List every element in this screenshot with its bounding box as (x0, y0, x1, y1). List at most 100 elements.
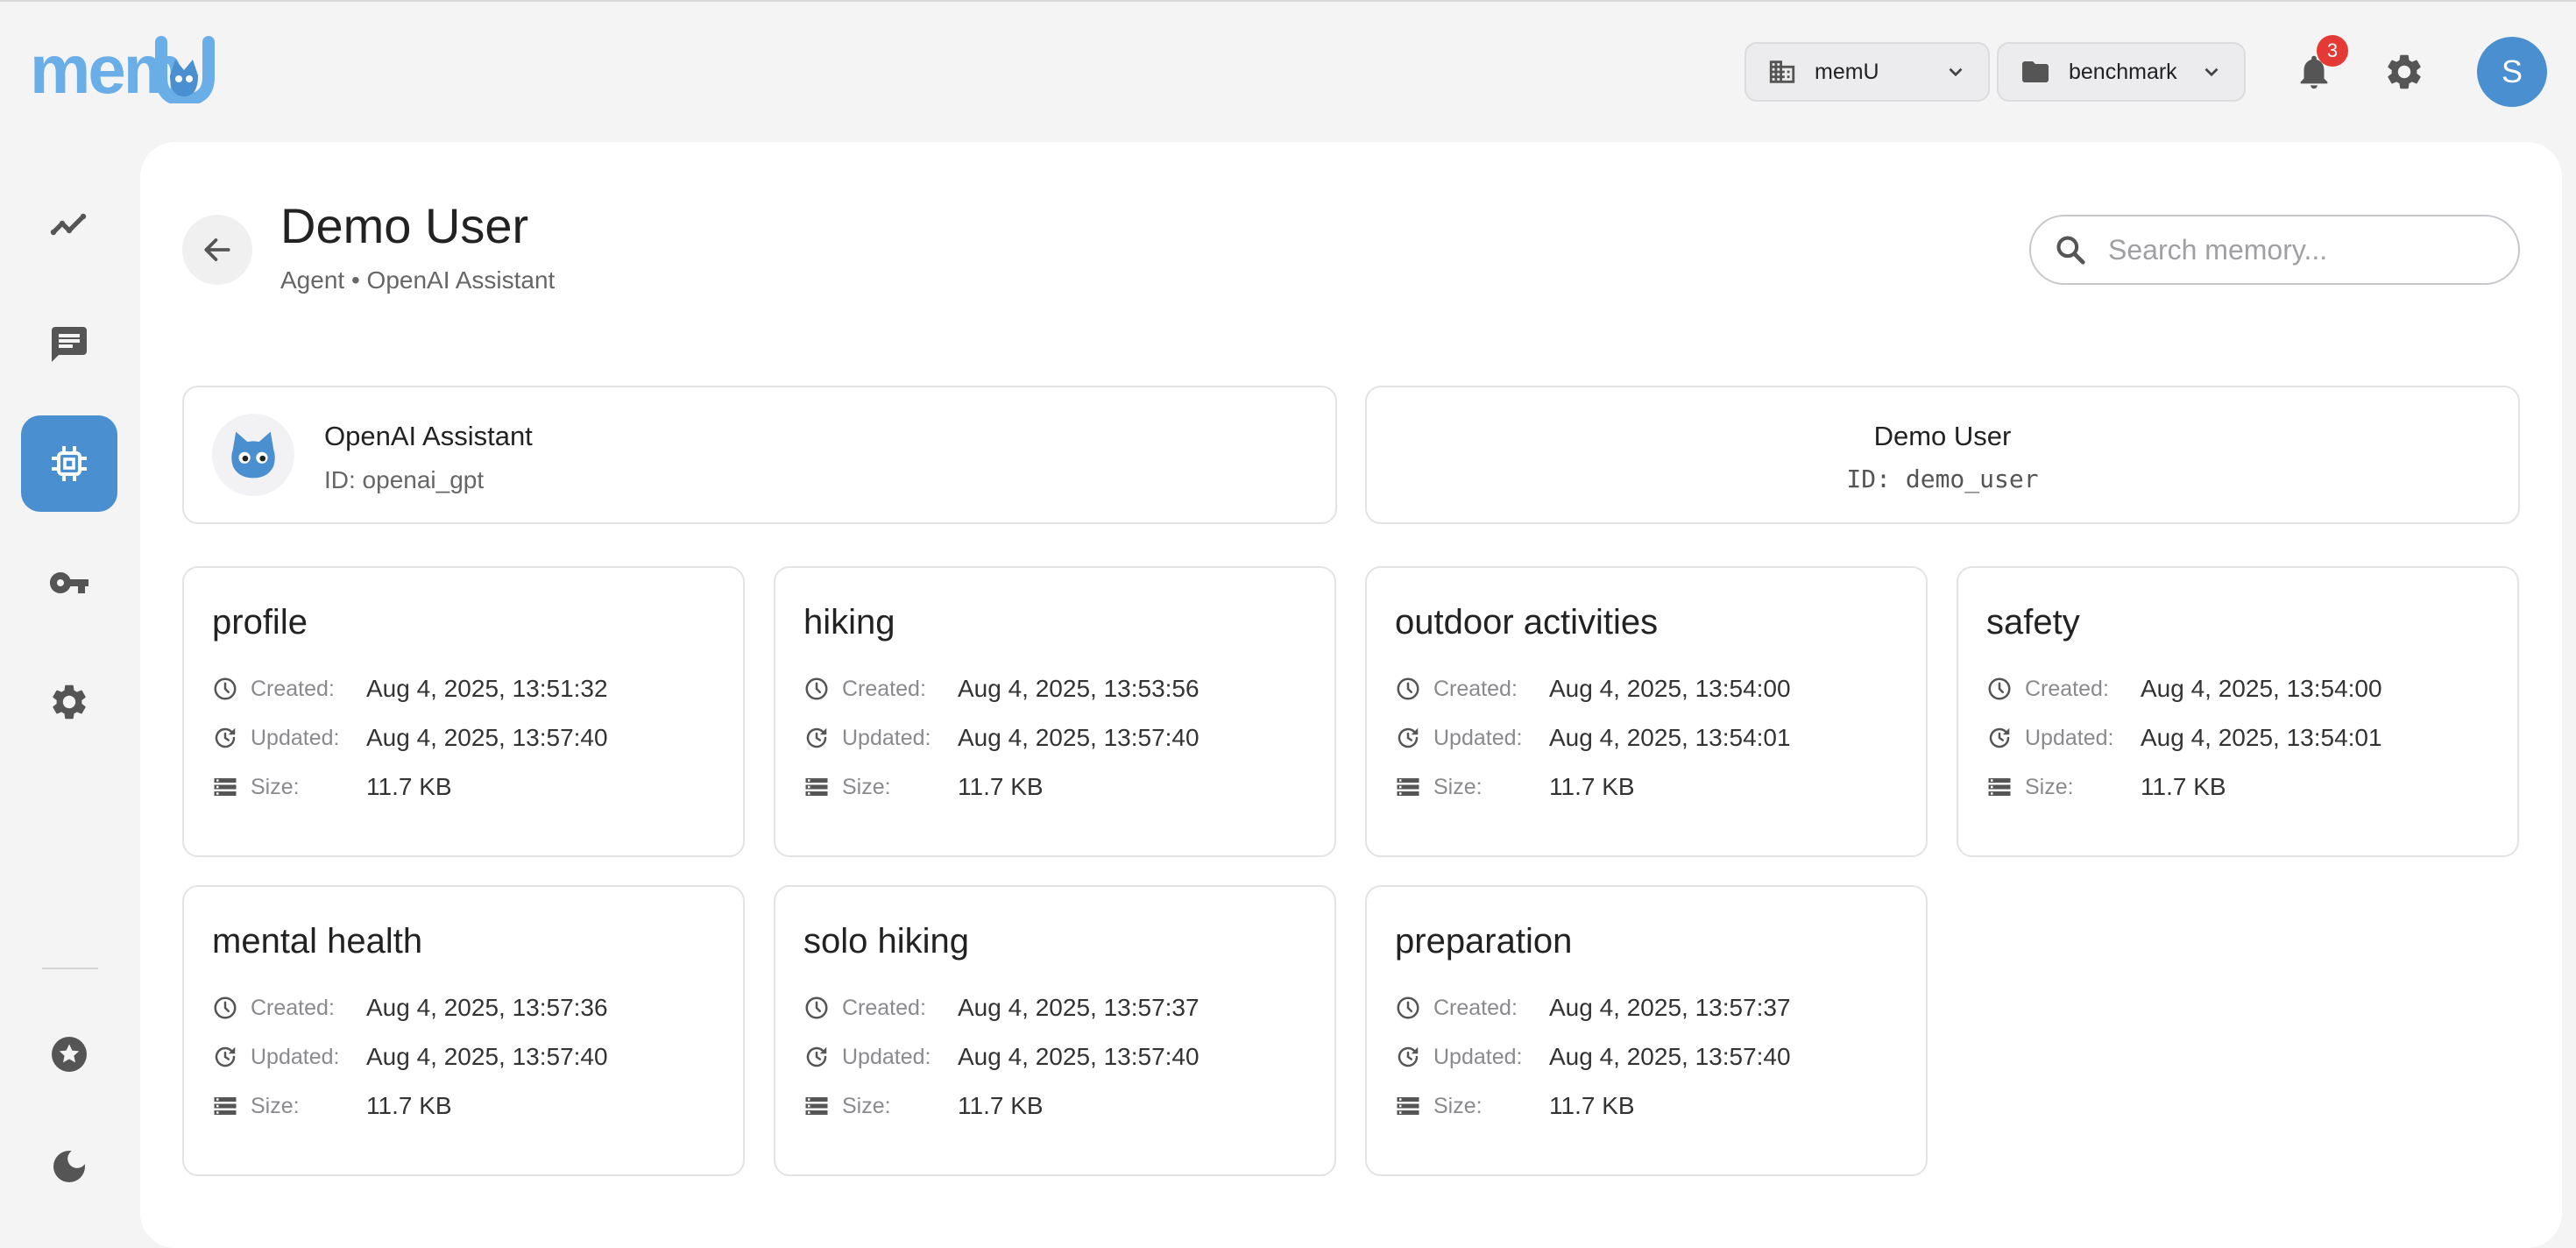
memory-size-row: Size: 11.7 KB (212, 1088, 452, 1124)
memory-updated-row: Updated: Aug 4, 2025, 13:57:40 (803, 720, 1200, 755)
memory-card-title: mental health (212, 922, 423, 961)
arrow-left-icon (204, 238, 230, 261)
clock-icon (805, 996, 828, 1019)
memory-created-value: Aug 4, 2025, 13:51:32 (366, 675, 608, 702)
chip-icon (52, 446, 87, 481)
sidebar-item-theme[interactable] (21, 1118, 117, 1215)
memory-card-title: solo hiking (803, 922, 970, 961)
memory-size-label: Size: (2025, 774, 2074, 799)
memory-size-label: Size: (1433, 774, 1483, 799)
memory-created-label: Created: (251, 995, 335, 1020)
memory-card[interactable]: preparation Created: Aug 4, 2025, 13:57:37… (1365, 885, 1928, 1176)
memory-created-row: Created: Aug 4, 2025, 13:54:00 (1395, 671, 1791, 706)
search-input[interactable] (2106, 232, 2495, 267)
memory-created-row: Created: Aug 4, 2025, 13:57:37 (803, 990, 1200, 1025)
sidebar-item-favorites[interactable] (21, 1006, 117, 1103)
memory-created-value: Aug 4, 2025, 13:57:37 (958, 994, 1200, 1021)
memory-created-row: Created: Aug 4, 2025, 13:54:00 (1986, 671, 2382, 706)
memory-card[interactable]: safety Created: Aug 4, 2025, 13:54:00 Updat… (1957, 566, 2519, 857)
storage-icon (1988, 778, 2011, 796)
project-selector[interactable]: benchmark (1997, 42, 2246, 102)
search-icon (2056, 236, 2085, 265)
storage-icon (805, 1097, 828, 1115)
memu-logo[interactable]: mem (30, 33, 231, 103)
memory-updated-value: Aug 4, 2025, 13:57:40 (958, 1043, 1200, 1070)
agent-name: OpenAI Assistant (324, 421, 533, 451)
memory-updated-label: Updated: (251, 1044, 340, 1069)
memory-size-row: Size: 11.7 KB (212, 769, 452, 805)
memory-card[interactable]: outdoor activities Created: Aug 4, 2025, 1… (1365, 566, 1928, 857)
notification-badge: 3 (2317, 35, 2348, 67)
agent-id: ID: openai_gpt (324, 466, 485, 493)
memory-size-label: Size: (251, 1093, 300, 1118)
sidebar-item-conversations[interactable] (21, 296, 117, 393)
memory-created-label: Created: (251, 676, 335, 701)
clock-icon (805, 677, 828, 700)
building-icon (1769, 60, 1795, 83)
memory-created-row: Created: Aug 4, 2025, 13:51:32 (212, 671, 608, 706)
sidebar-item-api-keys[interactable] (21, 535, 117, 631)
chevron-down-icon (2204, 67, 2219, 77)
memory-size-value: 11.7 KB (2141, 773, 2226, 800)
memory-size-row: Size: 11.7 KB (803, 1088, 1044, 1124)
org-selector-label: memU (1815, 59, 1879, 84)
memory-created-label: Created: (1433, 676, 1518, 701)
sidebar-item-memory[interactable] (21, 415, 117, 512)
org-selector[interactable]: memU (1744, 42, 1990, 102)
memory-created-value: Aug 4, 2025, 13:57:37 (1549, 994, 1791, 1021)
memory-size-label: Size: (1433, 1093, 1483, 1118)
memory-size-value: 11.7 KB (1549, 773, 1635, 800)
memory-card[interactable]: solo hiking Created: Aug 4, 2025, 13:57:37… (774, 885, 1336, 1176)
clock-icon (1397, 996, 1419, 1019)
memory-updated-row: Updated: Aug 4, 2025, 13:57:40 (212, 720, 608, 755)
memory-updated-label: Updated: (1433, 1044, 1523, 1069)
chevron-down-icon (1949, 67, 1963, 77)
gear-icon (53, 684, 86, 720)
memory-card-title: hiking (803, 603, 895, 642)
memory-updated-label: Updated: (2025, 725, 2114, 750)
memory-updated-row: Updated: Aug 4, 2025, 13:57:40 (803, 1039, 1200, 1074)
memory-card-title: profile (212, 603, 308, 642)
memory-card[interactable]: profile Created: Aug 4, 2025, 13:51:32 Upda… (182, 566, 745, 857)
update-icon (215, 727, 236, 748)
memory-created-row: Created: Aug 4, 2025, 13:57:37 (1395, 990, 1791, 1025)
moon-icon (53, 1151, 85, 1182)
memory-size-value: 11.7 KB (366, 1092, 452, 1119)
user-card[interactable]: Demo User ID: demo_user (1365, 386, 2520, 524)
memory-updated-value: Aug 4, 2025, 13:54:01 (1549, 724, 1791, 751)
update-icon (1989, 727, 2010, 748)
memory-card-title: outdoor activities (1395, 603, 1659, 642)
memory-updated-value: Aug 4, 2025, 13:57:40 (366, 724, 608, 751)
storage-icon (214, 1097, 237, 1115)
memory-card[interactable]: mental health Created: Aug 4, 2025, 13:57:… (182, 885, 745, 1176)
trend-line-icon (50, 213, 87, 236)
memory-created-label: Created: (842, 676, 926, 701)
memory-updated-label: Updated: (251, 725, 340, 750)
memory-size-value: 11.7 KB (958, 1092, 1044, 1119)
memory-card[interactable]: hiking Created: Aug 4, 2025, 13:53:56 Updat… (774, 566, 1336, 857)
sidebar-item-settings[interactable] (21, 654, 117, 750)
agent-avatar (212, 414, 294, 496)
sidebar-item-analytics[interactable] (21, 177, 117, 273)
agent-card[interactable]: OpenAI Assistant ID: openai_gpt (182, 386, 1337, 524)
key-icon (50, 572, 88, 593)
back-button[interactable] (182, 215, 252, 285)
memory-updated-label: Updated: (842, 1044, 931, 1069)
memory-updated-row: Updated: Aug 4, 2025, 13:57:40 (1395, 1039, 1791, 1074)
search-box[interactable] (2029, 215, 2520, 285)
page-subtitle: Agent • OpenAI Assistant (280, 266, 556, 294)
update-icon (806, 1046, 827, 1067)
memory-size-row: Size: 11.7 KB (1986, 769, 2226, 805)
user-avatar[interactable]: S (2477, 37, 2547, 107)
clock-icon (1397, 677, 1419, 700)
memory-created-label: Created: (1433, 995, 1518, 1020)
star-icon (52, 1037, 87, 1072)
memory-updated-label: Updated: (842, 725, 931, 750)
gear-icon[interactable] (2383, 51, 2425, 93)
page-title: Demo User (280, 198, 529, 253)
memory-updated-row: Updated: Aug 4, 2025, 13:54:01 (1395, 720, 1791, 755)
update-icon (215, 1046, 236, 1067)
memory-created-value: Aug 4, 2025, 13:54:00 (2141, 675, 2382, 702)
project-selector-label: benchmark (2069, 59, 2177, 84)
memory-card-title: safety (1986, 603, 2080, 642)
